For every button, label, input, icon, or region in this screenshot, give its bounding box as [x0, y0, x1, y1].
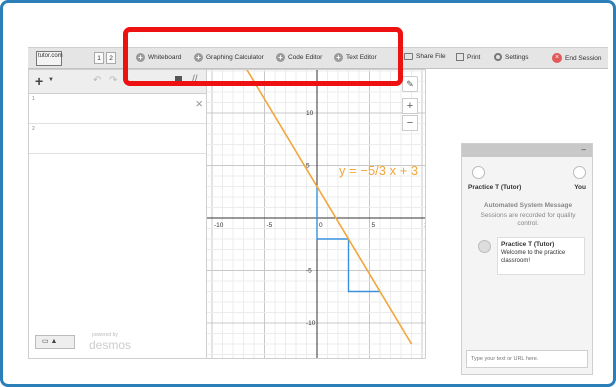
- you-label: You: [574, 184, 586, 191]
- printer-icon: [456, 53, 464, 61]
- expression-row[interactable]: 2: [29, 124, 206, 154]
- tutor-name: Practice T (Tutor): [468, 184, 522, 191]
- expression-list: + ▼ ↶ ↷ // 1 × 2 ▭ ▲ powered by desmos: [29, 70, 207, 358]
- chat-panel: – Practice T (Tutor) You Automated Syste…: [461, 143, 593, 375]
- message-text: Welcome to the practice classroom!: [501, 250, 566, 264]
- wrench-button[interactable]: ✎: [402, 76, 418, 92]
- equation-label: y = −5/3 x + 3: [339, 163, 419, 178]
- y-tick-label: -10: [306, 320, 316, 327]
- tutor-avatar: [472, 166, 485, 179]
- x-tick-label: 10: [424, 222, 425, 229]
- system-message-text: Sessions are recorded for quality contro…: [480, 212, 576, 227]
- expression-row[interactable]: 1 ×: [29, 94, 206, 124]
- add-expression-button[interactable]: +: [35, 73, 43, 89]
- desmos-brand: desmos: [89, 338, 132, 352]
- y-tick-label: -5: [306, 268, 312, 275]
- app-window: tutor.com 1 2 + Whiteboard + Graphing Ca…: [0, 0, 616, 387]
- zoom-in-button[interactable]: +: [402, 98, 418, 114]
- share-icon: [404, 53, 413, 60]
- system-message-title: Automated System Message: [483, 202, 573, 209]
- x-tick-label: 5: [372, 222, 376, 229]
- chevron-down-icon: ▼: [48, 77, 54, 83]
- end-session-button[interactable]: × End Session: [552, 53, 602, 63]
- page-tab-2[interactable]: 2: [106, 52, 116, 64]
- gear-icon: [494, 53, 502, 61]
- redo-icon[interactable]: ↷: [109, 75, 117, 86]
- chat-message: Practice T (Tutor) Welcome to the practi…: [497, 237, 585, 275]
- x-tick-label: -10: [214, 222, 224, 229]
- x-tick-label: -5: [267, 222, 273, 229]
- share-file-button[interactable]: Share File: [404, 53, 446, 60]
- message-avatar: [478, 240, 491, 253]
- chat-input[interactable]: Type your text or URL here.: [466, 350, 588, 368]
- minimize-button[interactable]: –: [582, 145, 586, 154]
- user-avatar: [573, 166, 586, 179]
- undo-icon[interactable]: ↶: [93, 75, 101, 86]
- message-author: Practice T (Tutor): [501, 241, 555, 248]
- tutor-logo: tutor.com: [36, 51, 63, 66]
- highlight-box: [123, 27, 403, 86]
- graph-canvas[interactable]: -10-50510105-5-10 ✎ + − y = −5/3 x + 3: [207, 70, 425, 358]
- graphing-calculator: + ▼ ↶ ↷ // 1 × 2 ▭ ▲ powered by desmos -…: [28, 69, 426, 359]
- wrench-icon: ✎: [406, 79, 414, 89]
- keyboard-toggle[interactable]: ▭ ▲: [35, 335, 75, 349]
- print-button[interactable]: Print: [456, 53, 480, 61]
- delete-expression-button[interactable]: ×: [195, 96, 203, 111]
- settings-button[interactable]: Settings: [494, 53, 529, 61]
- keyboard-icon: ▭ ▲: [42, 338, 58, 345]
- graph-svg[interactable]: -10-50510105-5-10: [207, 70, 425, 358]
- close-icon: ×: [552, 53, 562, 63]
- zoom-out-button[interactable]: −: [402, 115, 418, 131]
- y-tick-label: 10: [306, 110, 314, 117]
- page-tab-1[interactable]: 1: [94, 52, 104, 64]
- chat-header: –: [462, 144, 592, 157]
- x-tick-label: 0: [319, 222, 323, 229]
